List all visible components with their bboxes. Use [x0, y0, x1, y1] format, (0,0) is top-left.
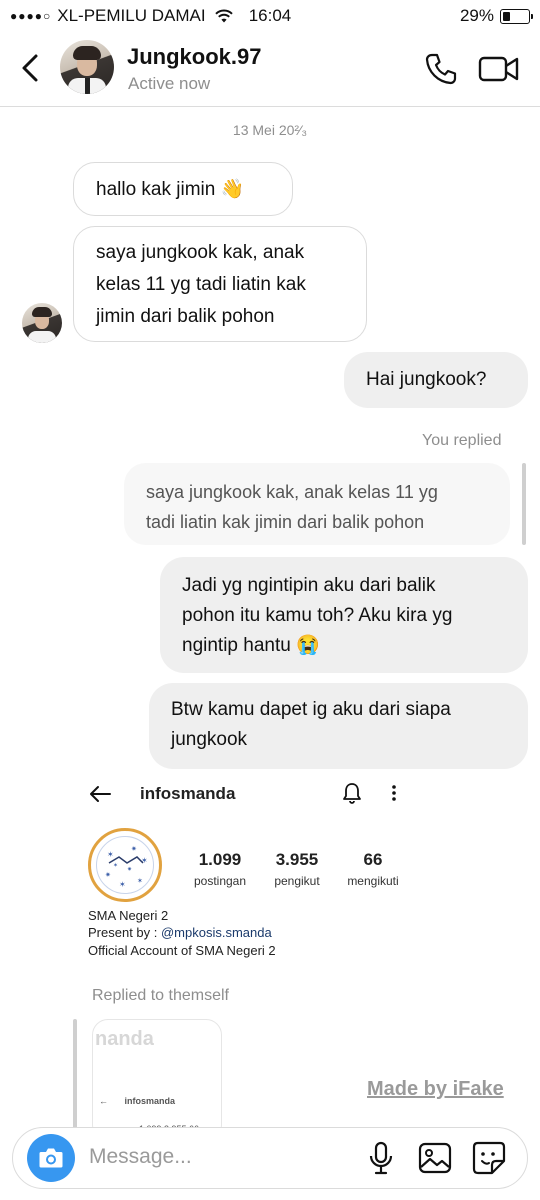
thumbnail-faded-text: nanda — [95, 1028, 154, 1050]
back-chevron-icon[interactable] — [16, 50, 46, 86]
svg-text:✷: ✷ — [131, 845, 137, 853]
posts-label: postingan — [193, 874, 247, 888]
profile-account-name: infosmanda — [140, 784, 236, 803]
outgoing-message[interactable]: Hai jungkook? — [344, 352, 528, 408]
microphone-icon[interactable] — [363, 1140, 399, 1176]
message-line: kelas 11 yg tadi liatin kak — [96, 274, 306, 295]
date-separator: 13 Mei 20²⁄₃ — [232, 122, 308, 138]
you-replied-label: You replied — [422, 432, 502, 449]
reply-indicator-bar — [73, 1019, 77, 1129]
active-status: Active now — [128, 74, 211, 93]
outgoing-message[interactable]: Jadi yg ngintipin aku dari balik pohon i… — [160, 557, 528, 673]
bio-handle-link: @mpkosis.smanda — [160, 925, 272, 940]
svg-text:✶: ✶ — [113, 862, 118, 869]
battery-status: 29% — [459, 6, 533, 26]
svg-text:✶: ✶ — [119, 880, 126, 889]
bio-present-line: Present by : @mpkosis.smanda — [88, 925, 272, 940]
following-count: 66 — [363, 850, 383, 869]
quoted-message[interactable]: saya jungkook kak, anak kelas 11 yg tadi… — [124, 463, 510, 545]
bio-present-label: Present by : — [88, 925, 161, 940]
replied-image-thumbnail[interactable]: nanda ← infosmanda 1.099 3.955 66 — [92, 1019, 222, 1141]
message-line: pohon itu kamu toh? Aku kira yg — [182, 605, 453, 626]
bio-official: Official Account of SMA Negeri 2 — [88, 943, 276, 958]
quote-line: saya jungkook kak, anak kelas 11 yg — [146, 482, 438, 502]
thumbnail-account-name: infosmanda — [124, 1096, 176, 1106]
followers-count: 3.955 — [275, 850, 319, 869]
camera-icon — [39, 1148, 63, 1168]
quote-line: tadi liatin kak jimin dari balik pohon — [146, 512, 425, 532]
incoming-message[interactable]: hallo kak jimin 👋 — [73, 162, 293, 216]
followers-stat: 3.955 pengikut — [257, 850, 337, 888]
sticker-icon[interactable] — [471, 1140, 507, 1176]
phone-icon[interactable] — [424, 52, 458, 86]
logo-stars-icon: ✶✷ ✶✷ ✶ ✶ ✷✶ — [105, 845, 148, 889]
more-options-icon — [392, 785, 396, 801]
svg-text:✶: ✶ — [141, 856, 148, 865]
message-line: Jadi yg ngintipin aku dari balik — [182, 575, 436, 596]
message-composer: Message... — [12, 1127, 528, 1189]
message-line: saya jungkook kak, anak — [96, 242, 305, 263]
svg-text:✷: ✷ — [127, 866, 132, 873]
status-bar: ●●●●○ XL-PEMILU DAMAI 16:04 29% — [0, 0, 540, 32]
incoming-message[interactable]: saya jungkook kak, anak kelas 11 yg tadi… — [73, 226, 367, 342]
message-line: jimin dari balik pohon — [96, 306, 275, 327]
posts-stat: 1.099 postingan — [180, 850, 260, 888]
message-input[interactable]: Message... — [89, 1145, 192, 1169]
back-arrow-icon — [90, 786, 111, 802]
message-line: ngintip hantu 😭 — [182, 635, 320, 656]
bio-name: SMA Negeri 2 — [88, 908, 169, 923]
following-label: mengikuti — [347, 874, 399, 888]
username[interactable]: Jungkook.97 — [127, 44, 261, 70]
gallery-icon[interactable] — [417, 1140, 453, 1176]
video-camera-icon[interactable] — [478, 54, 520, 84]
svg-text:✶: ✶ — [107, 850, 114, 859]
bell-icon — [343, 783, 361, 804]
camera-button[interactable] — [27, 1134, 75, 1182]
battery-percent: 29% — [459, 6, 494, 25]
message-line: jungkook — [171, 729, 248, 750]
reply-indicator-bar — [522, 463, 526, 545]
message-line: Btw kamu dapet ig aku dari siapa — [171, 699, 451, 720]
posts-count: 1.099 — [198, 850, 242, 869]
followers-label: pengikut — [274, 874, 320, 888]
chat-header: Jungkook.97 Active now — [0, 32, 540, 107]
school-logo: ✶ ✷ ✶ ✷ ✶ ✶ ✷ ✶ — [88, 828, 162, 902]
watermark: Made by iFake — [367, 1078, 504, 1100]
sender-avatar[interactable] — [22, 303, 62, 343]
battery-icon — [500, 8, 533, 24]
replied-to-themself-label: Replied to themself — [92, 987, 229, 1004]
outgoing-message[interactable]: Btw kamu dapet ig aku dari siapa jungkoo… — [149, 683, 528, 769]
following-stat: 66 mengikuti — [333, 850, 413, 888]
svg-text:✷: ✷ — [105, 871, 111, 879]
message-text: Hai jungkook? — [366, 369, 487, 390]
message-text: hallo kak jimin 👋 — [96, 179, 245, 200]
svg-text:✶: ✶ — [137, 877, 143, 885]
thumbnail-account: ← infosmanda — [99, 1096, 176, 1106]
avatar[interactable] — [60, 40, 114, 94]
shared-profile-screenshot[interactable]: infosmanda ✶ ✷ ✶ ✷ ✶ ✶ ✷ ✶ 1.099 postingan 3… — [80, 770, 410, 970]
